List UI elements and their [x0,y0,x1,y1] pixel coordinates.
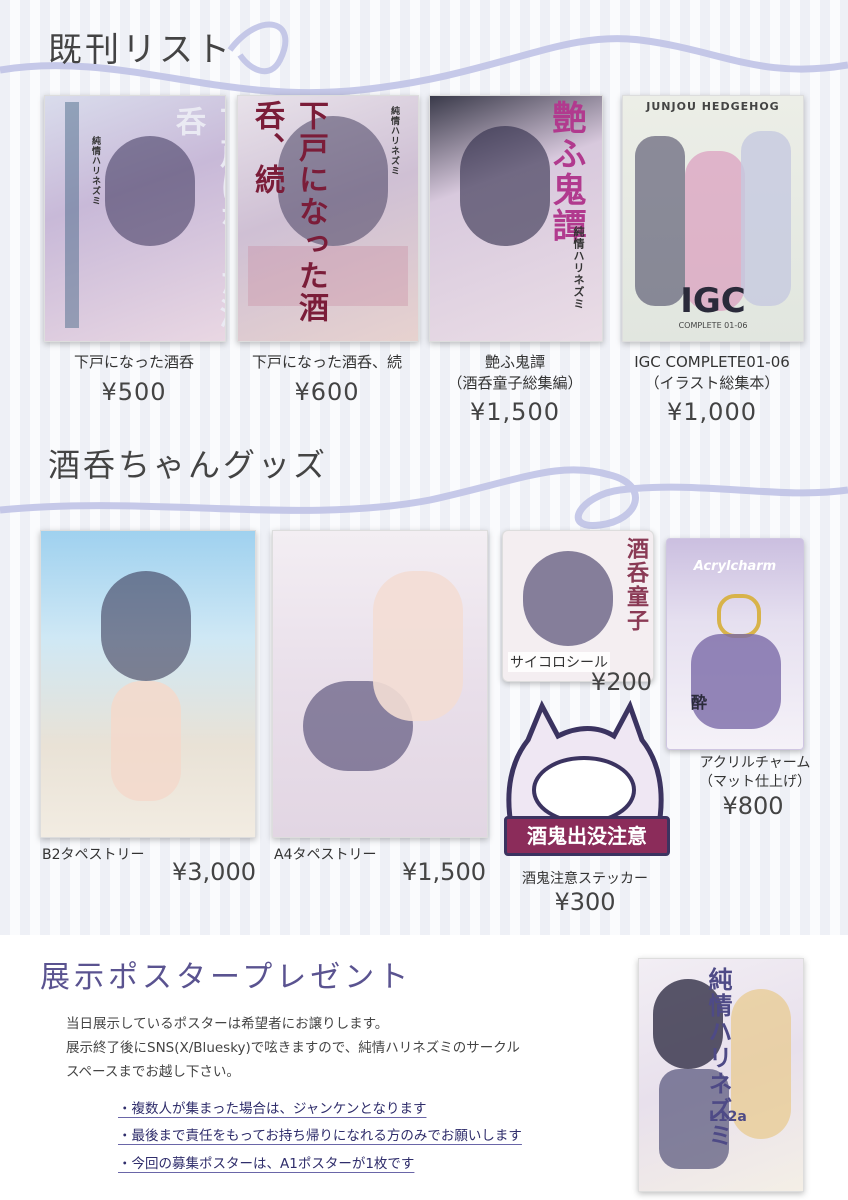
book-3-price: ¥1,500 [470,398,560,426]
goods-1-price: ¥3,000 [172,858,256,886]
books-section-title: 既刊リスト [48,30,233,70]
goods-a4-tapestry-image [272,530,488,838]
book-3-title: 艶ふ鬼譚 [484,353,545,371]
book-cover-2: 下戸になった酒呑、続 純情ハリネズミ [237,95,419,342]
goods-acrylic-charm-image: Acrylcharm 酔 [666,538,804,750]
book-4-title: IGC COMPLETE01-06 [634,353,790,371]
book-3-subtitle: （酒呑童子総集編） [447,374,583,392]
poster-art-code: L12a [709,1109,747,1125]
book-2-price: ¥600 [294,378,360,406]
goods-4-label: アクリルチャーム [699,755,811,771]
book-4-price: ¥1,000 [667,398,757,426]
goods-2-price: ¥1,500 [402,858,486,886]
book-3-author: 純情ハリネズミ [572,226,585,310]
goods-4-label-sub: （マット仕上げ） [699,774,811,790]
book-4-logo: IGC [680,281,746,321]
goods-4-price: ¥800 [722,792,784,820]
book-1-title: 下戸になった酒呑 [73,353,194,371]
book-1-cover-text: 下戸になった酒呑 [170,106,225,330]
book-1-price: ¥500 [101,378,167,406]
goods-b2-tapestry-image [40,530,256,838]
goods-5-price: ¥300 [554,888,616,916]
poster-desc-line-1: 当日展示しているポスターは希望者にお譲りします。 [66,1016,389,1032]
book-1-author: 純情ハリネズミ [90,136,100,206]
poster-desc-line-3: スペースまでお越し下さい。 [66,1064,240,1080]
book-4-cover-text: JUNJOU HEDGEHOG [646,100,780,113]
book-3-cover-text: 艶ふ鬼譚 [546,100,586,244]
poster-image: 純情ハリネズミ L12a [638,958,804,1192]
poster-desc-line-2: 展示終了後にSNS(X/Bluesky)で呟きますので、純情ハリネズミのサークル [66,1040,520,1056]
book-cover-1: 下戸になった酒呑 純情ハリネズミ [44,95,226,342]
goods-5-label: 酒鬼注意ステッカー [522,871,648,887]
poster-rule-1: ・複数人が集まった場合は、ジャンケンとなります [118,1101,427,1117]
book-2-author: 純情ハリネズミ [389,106,399,176]
book-4-subtitle: （イラスト総集本） [644,374,780,392]
goods-section-title: 酒呑ちゃんグッズ [48,446,329,484]
book-2-cover-text: 下戸になった酒呑、続 [249,100,328,324]
goods-oni-sticker-image: 酒鬼出没注意 [498,700,670,860]
charm-glyph: 酔 [691,693,708,712]
poster-section-title: 展示ポスタープレゼント [40,960,413,995]
goods-3-price: ¥200 [590,668,652,696]
book-cover-3: 艶ふ鬼譚 純情ハリネズミ [429,95,603,342]
book-2-title: 下戸になった酒呑、続 [251,353,402,371]
book-4-logo-sub: COMPLETE 01-06 [678,321,748,330]
charm-card-title: Acrylcharm [693,559,777,574]
poster-rule-3: ・今回の募集ポスターは、A1ポスターが1枚です [118,1156,415,1172]
book-cover-4: JUNJOU HEDGEHOG IGC COMPLETE 01-06 [622,95,804,342]
oni-sticker-banner: 酒鬼出没注意 [504,816,670,856]
dice-sticker-text: 酒呑童子 [623,537,648,633]
poster-rule-2: ・最後まで責任をもってお持ち帰りになれる方のみでお願いします [118,1128,522,1144]
